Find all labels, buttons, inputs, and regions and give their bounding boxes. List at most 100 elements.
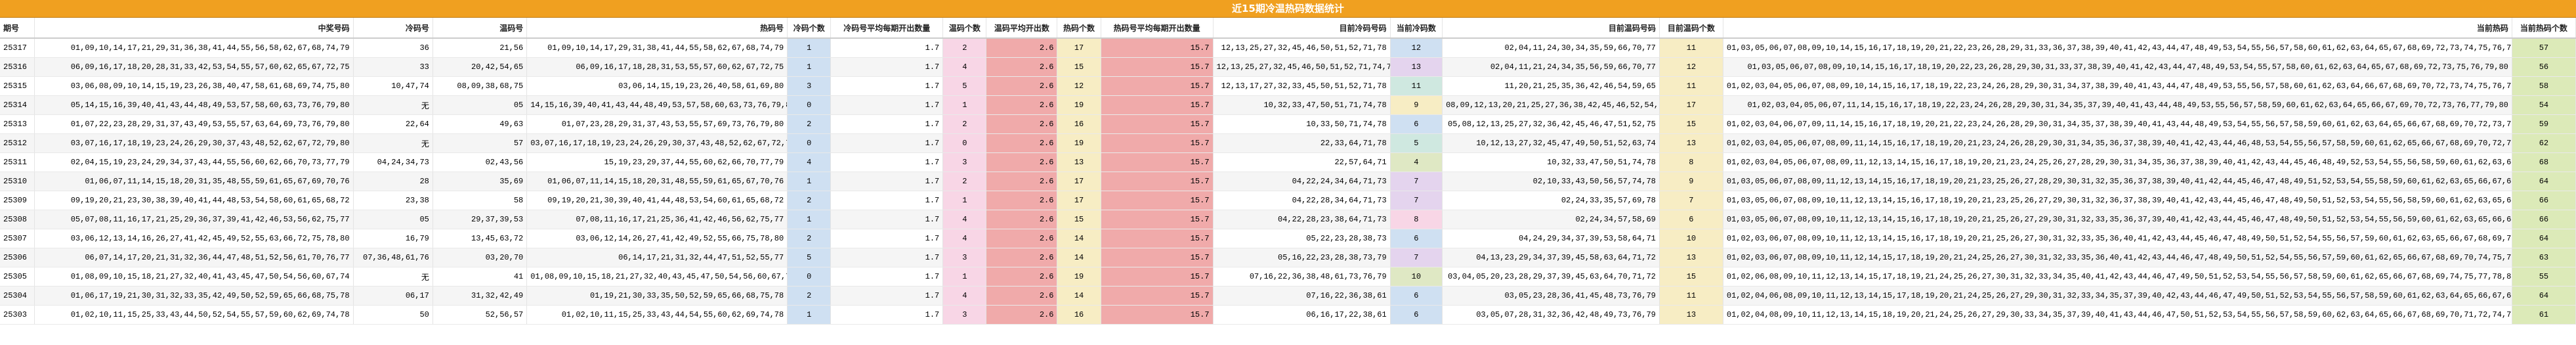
table-cell: 13 [1390,57,1443,77]
table-cell: 0 [787,95,832,115]
table-cell: 1 [942,267,987,287]
table-cell: 41 [433,267,528,287]
table-cell: 15.7 [1101,172,1214,191]
table-cell: 21,56 [433,38,528,58]
table-cell: 4 [787,152,832,172]
table-cell: 1 [942,191,987,210]
table-cell: 15.7 [1101,57,1214,77]
table-cell: 3 [942,305,987,325]
table-cell: 25316 [0,57,35,77]
column-header: 当前冷码数 [1390,18,1443,39]
table-cell: 15.7 [1101,229,1214,248]
table-cell: 1.7 [830,133,944,153]
table-cell: 2.6 [986,210,1058,229]
table-cell: 17 [1659,95,1723,115]
table-cell: 1 [787,38,832,58]
table-cell: 01,07,22,23,28,29,31,37,43,49,53,55,57,6… [34,114,354,134]
table-cell: 0 [942,133,987,153]
table-cell: 64 [2512,229,2576,248]
table-cell: 6 [1390,229,1443,248]
table-cell: 2.6 [986,133,1058,153]
page-title: 近15期冷温热码数据统计 [0,0,2576,18]
table-cell: 58 [2512,76,2576,96]
table-cell: 01,06,17,19,21,30,31,32,33,35,42,49,50,5… [34,286,354,306]
table-cell: 09,19,20,21,23,30,38,39,40,41,44,48,53,5… [34,191,354,210]
table-cell: 无 [353,95,433,115]
table-cell: 10,12,13,27,32,45,47,49,50,51,52,63,74 [1442,133,1660,153]
table-cell: 15 [1659,114,1723,134]
table-row: 25316 06,09,16,17,18,20,28,31,33,42,53,54… [0,57,2576,77]
table-cell: 20,42,54,65 [433,57,528,77]
table-cell: 29,37,39,53 [433,210,528,229]
table-cell: 03,06,12,13,14,16,26,27,41,42,45,49,52,5… [34,229,354,248]
table-cell: 15.7 [1101,305,1214,325]
table-cell: 1.7 [830,248,944,267]
table-cell: 14 [1057,286,1101,306]
table-cell: 12,13,25,27,32,45,46,50,51,52,71,78 [1213,38,1391,58]
table-cell: 11 [1659,76,1723,96]
table-cell: 01,02,10,11,15,25,33,43,44,50,52,54,55,5… [34,305,354,325]
table-cell: 14,15,16,39,40,41,43,44,48,49,53,57,58,6… [526,95,788,115]
table-cell: 12 [1659,57,1723,77]
table-cell: 05,07,08,11,16,17,21,25,29,36,37,39,41,4… [34,210,354,229]
table-row: 25312 03,07,16,17,18,19,23,24,26,29,30,37… [0,133,2576,153]
table-row: 25314 05,14,15,16,39,40,41,43,44,48,49,53… [0,95,2576,115]
table-cell: 01,03,05,06,07,08,09,10,11,12,13,14,15,1… [1723,210,2512,229]
table-cell: 25306 [0,248,35,267]
table-cell: 1 [787,210,832,229]
table-cell: 10 [1659,229,1723,248]
table-cell: 66 [2512,210,2576,229]
table-cell: 01,19,21,30,33,35,50,52,59,65,66,68,75,7… [526,286,788,306]
table-cell: 33 [353,57,433,77]
table-cell: 03,06,12,14,26,27,41,42,49,52,55,66,75,7… [526,229,788,248]
table-cell: 4 [942,57,987,77]
table-row: 25305 01,08,09,10,15,18,21,27,32,40,41,43… [0,267,2576,287]
table-cell: 16 [1057,305,1101,325]
table-cell: 25307 [0,229,35,248]
table-cell: 6 [1659,210,1723,229]
table-cell: 08,09,38,68,75 [433,76,528,96]
table-cell: 2.6 [986,38,1058,58]
table-cell: 01,02,03,06,07,08,09,10,11,12,14,15,17,1… [1723,248,2512,267]
table-cell: 2.6 [986,305,1058,325]
table-cell: 2.6 [986,267,1058,287]
table-cell: 1.7 [830,286,944,306]
table-cell: 25313 [0,114,35,134]
column-header: 热码号平均每期开出数量 [1101,18,1214,39]
table-cell: 17 [1057,172,1101,191]
table-cell: 2 [942,114,987,134]
table-row: 25317 01,09,10,14,17,21,29,31,36,38,41,44… [0,38,2576,58]
table-cell: 04,24,34,73 [353,152,433,172]
table-cell: 15.7 [1101,114,1214,134]
table-cell: 17 [1057,191,1101,210]
table-cell: 59 [2512,114,2576,134]
table-cell: 25312 [0,133,35,153]
table-cell: 01,02,03,06,07,08,09,10,11,12,13,14,15,1… [1723,229,2512,248]
table-cell: 6 [1390,305,1443,325]
table-cell: 2 [787,114,832,134]
table-cell: 3 [787,76,832,96]
table-cell: 05,08,12,13,25,27,32,36,42,45,46,47,51,5… [1442,114,1660,134]
table-row: 25306 06,07,14,17,20,21,31,32,36,44,47,48… [0,248,2576,267]
column-header: 温码号 [433,18,528,39]
table-cell: 63 [2512,248,2576,267]
table-cell: 28 [353,172,433,191]
table-cell: 02,43,56 [433,152,528,172]
table-cell: 25315 [0,76,35,96]
table-cell: 13 [1057,152,1101,172]
table-cell: 05,16,22,23,28,38,73,79 [1213,248,1391,267]
table-cell: 2.6 [986,114,1058,134]
table-cell: 无 [353,133,433,153]
table-cell: 13 [1659,305,1723,325]
table-cell: 13 [1659,133,1723,153]
table-cell: 01,02,04,08,09,10,11,12,13,14,15,18,19,2… [1723,305,2512,325]
table-cell: 03,20,70 [433,248,528,267]
table-cell: 01,03,05,06,07,08,09,11,12,13,14,15,16,1… [1723,172,2512,191]
table-cell: 15 [1659,267,1723,287]
table-cell: 3 [942,248,987,267]
table-cell: 7 [1659,191,1723,210]
table-cell: 03,06,14,15,19,23,26,40,58,61,69,80 [526,76,788,96]
table-cell: 14 [1057,248,1101,267]
table-cell: 50 [353,305,433,325]
table-cell: 01,09,10,14,17,21,29,31,36,38,41,44,55,5… [34,38,354,58]
